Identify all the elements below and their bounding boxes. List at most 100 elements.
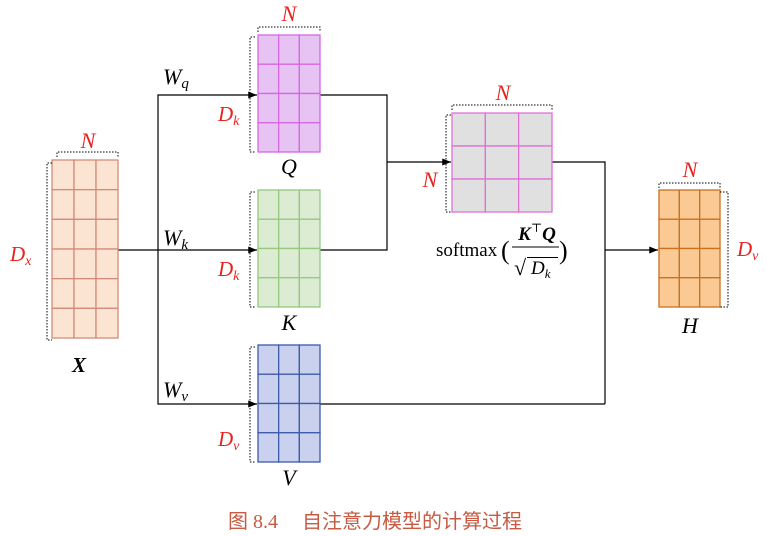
v-height-label-base: D: [217, 427, 233, 451]
matrix-cell: [484, 112, 520, 147]
matrix-cell: [484, 178, 520, 213]
matrix-cell: [278, 189, 300, 220]
matrix-cell: [51, 159, 75, 191]
denominator-radical: √: [514, 255, 527, 280]
matrix-x-name: X: [71, 353, 87, 377]
matrix-k: [257, 189, 321, 308]
matrix-cell: [298, 247, 321, 279]
matrix-cell: [95, 248, 119, 280]
weight-v-sub: v: [181, 389, 188, 405]
bracket-q-top: [257, 26, 321, 32]
numerator-transpose: ⊤: [531, 221, 542, 235]
matrix-cell: [678, 189, 701, 220]
attention-height-label: N: [422, 167, 439, 192]
matrix-cell: [451, 145, 486, 180]
matrix-cell: [95, 159, 119, 191]
weight-k-base: W: [163, 225, 183, 250]
matrix-cell: [699, 189, 721, 220]
line-attention-to-join: [552, 161, 606, 404]
formula-denominator: Dk: [530, 258, 551, 281]
matrix-v: [257, 344, 321, 463]
matrix-cell: [257, 247, 280, 279]
matrix-cell: [518, 178, 553, 213]
bracket-h-right: [720, 191, 729, 308]
line-q-to-join: [320, 94, 388, 162]
matrix-h-name: H: [681, 313, 699, 338]
q-width-label: N: [281, 1, 298, 26]
x-height-label-sub: x: [24, 254, 32, 269]
weight-k-label: Wk: [163, 225, 188, 253]
matrix-cell: [518, 145, 553, 180]
matrix-cell: [95, 218, 119, 250]
matrix-cell: [298, 277, 321, 308]
weight-q-base: W: [163, 64, 183, 89]
k-height-label-base: D: [217, 257, 233, 281]
matrix-cell: [95, 307, 119, 339]
matrix-cell: [51, 218, 75, 250]
matrix-cell: [73, 189, 97, 220]
matrix-cell: [73, 218, 97, 250]
matrix-v-name: V: [282, 465, 298, 490]
matrix-cell: [95, 189, 119, 220]
matrix-cell: [257, 432, 280, 463]
matrix-cell: [699, 218, 721, 250]
matrix-cell: [451, 178, 486, 213]
matrix-cell: [298, 63, 321, 95]
weight-k-sub: k: [181, 237, 188, 253]
matrix-cell: [257, 34, 280, 65]
matrix-cell: [95, 278, 119, 309]
matrix-cell: [257, 189, 280, 220]
formula-open-paren: (: [501, 236, 510, 265]
matrix-q: [257, 34, 321, 153]
denominator-sub: k: [545, 266, 551, 281]
matrix-cell: [699, 277, 721, 308]
matrix-cell: [278, 63, 300, 95]
weight-v-base: W: [163, 377, 183, 402]
q-height-label-sub: k: [233, 114, 240, 129]
bracket-attention-top: [451, 104, 553, 110]
weight-v-label: Wv: [163, 377, 188, 405]
matrix-cell: [298, 432, 321, 463]
matrix-cell: [658, 189, 680, 220]
matrix-cell: [51, 307, 75, 339]
matrix-cell: [278, 122, 300, 153]
matrix-cell: [51, 248, 75, 280]
h-height-label: Dv: [736, 237, 759, 264]
matrix-q-name: Q: [281, 154, 297, 179]
q-height-label-base: D: [217, 102, 233, 126]
v-height-label-sub: v: [233, 439, 240, 454]
formula-numerator: K⊤Q: [517, 221, 556, 245]
matrix-cell: [257, 277, 280, 308]
matrix-cell: [678, 277, 701, 308]
matrix-x: [51, 159, 119, 339]
bracket-h-top: [658, 182, 721, 188]
matrix-cell: [73, 278, 97, 309]
matrix-cell: [73, 307, 97, 339]
x-height-label: Dx: [9, 242, 32, 269]
weight-q-sub: q: [181, 76, 189, 92]
matrix-cell: [257, 63, 280, 95]
matrix-cell: [298, 344, 321, 375]
h-height-label-sub: v: [752, 249, 759, 264]
x-height-label-base: D: [9, 242, 25, 266]
h-height-label-base: D: [736, 237, 752, 261]
matrix-cell: [298, 122, 321, 153]
matrix-cell: [484, 145, 520, 180]
matrix-attention: [451, 112, 553, 213]
matrix-cell: [699, 247, 721, 279]
matrix-cell: [658, 277, 680, 308]
matrix-cell: [278, 344, 300, 375]
caption-number: 图 8.4: [228, 511, 278, 533]
matrix-h: [658, 189, 721, 308]
formula-close-paren: ): [559, 236, 568, 265]
matrix-cell: [278, 432, 300, 463]
connectors: [118, 91, 658, 408]
line-k-to-join: [320, 162, 388, 251]
matrix-cell: [678, 247, 701, 279]
softmax-formula: softmax ( K⊤Q √ Dk ): [436, 221, 568, 281]
matrix-cell: [298, 218, 321, 250]
matrix-cell: [278, 218, 300, 250]
formula-function: softmax: [436, 240, 498, 261]
matrix-cell: [278, 247, 300, 279]
matrix-cell: [451, 112, 486, 147]
